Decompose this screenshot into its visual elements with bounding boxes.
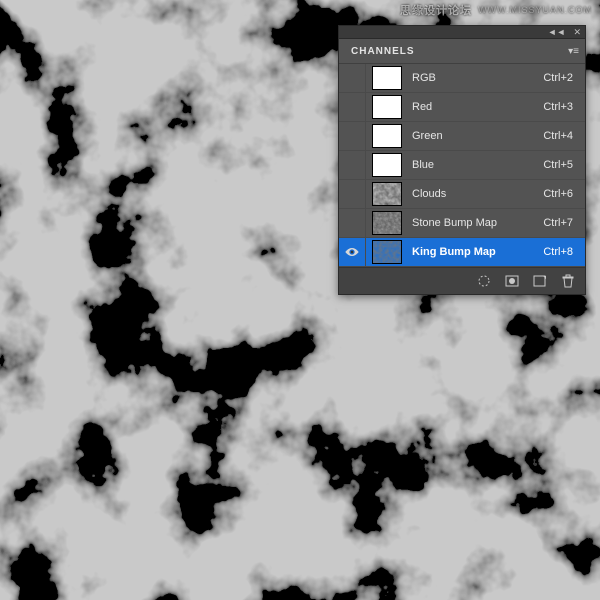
watermark-text-url: WWW.MISSYUAN.COM — [478, 5, 592, 15]
visibility-toggle[interactable] — [339, 238, 366, 266]
load-selection-icon[interactable] — [473, 272, 495, 290]
channels-tab[interactable]: CHANNELS — [339, 39, 427, 63]
channel-name: Red — [406, 101, 543, 113]
new-channel-icon[interactable] — [529, 272, 551, 290]
panel-close-icon[interactable]: ✕ — [573, 27, 581, 38]
visibility-toggle[interactable] — [339, 180, 366, 208]
channel-row[interactable]: King Bump MapCtrl+8 — [339, 238, 585, 267]
channels-list: RGBCtrl+2RedCtrl+3GreenCtrl+4BlueCtrl+5C… — [339, 64, 585, 267]
visibility-toggle[interactable] — [339, 122, 366, 150]
channel-shortcut: Ctrl+8 — [543, 246, 585, 258]
channel-row[interactable]: RGBCtrl+2 — [339, 64, 585, 93]
channel-shortcut: Ctrl+5 — [543, 159, 585, 171]
channel-row[interactable]: Stone Bump MapCtrl+7 — [339, 209, 585, 238]
channel-row[interactable]: RedCtrl+3 — [339, 93, 585, 122]
visibility-toggle[interactable] — [339, 64, 366, 92]
visibility-toggle[interactable] — [339, 151, 366, 179]
save-selection-icon[interactable] — [501, 272, 523, 290]
channel-thumbnail — [372, 66, 402, 90]
channel-name: King Bump Map — [406, 246, 543, 258]
visibility-toggle[interactable] — [339, 93, 366, 121]
watermark-text-cn: 思缘设计论坛 — [400, 2, 472, 18]
channel-thumbnail — [372, 95, 402, 119]
channel-shortcut: Ctrl+7 — [543, 217, 585, 229]
channel-shortcut: Ctrl+2 — [543, 72, 585, 84]
channel-shortcut: Ctrl+3 — [543, 101, 585, 113]
panel-menu-icon[interactable]: ▾≡ — [568, 46, 579, 57]
channel-name: Stone Bump Map — [406, 217, 543, 229]
channel-name: Blue — [406, 159, 543, 171]
channels-tab-label: CHANNELS — [351, 46, 415, 57]
channel-name: Green — [406, 130, 543, 142]
channels-panel: ◄◄ ✕ CHANNELS ▾≡ RGBCtrl+2RedCtrl+3Green… — [338, 25, 586, 295]
channel-row[interactable]: GreenCtrl+4 — [339, 122, 585, 151]
channel-shortcut: Ctrl+6 — [543, 188, 585, 200]
visibility-toggle[interactable] — [339, 209, 366, 237]
panel-collapse-icon[interactable]: ◄◄ — [548, 27, 566, 37]
panel-footer — [339, 267, 585, 294]
watermark: 思缘设计论坛 WWW.MISSYUAN.COM — [400, 2, 592, 18]
channel-thumbnail — [372, 182, 402, 206]
channel-row[interactable]: CloudsCtrl+6 — [339, 180, 585, 209]
panel-titlebar: CHANNELS ▾≡ — [339, 39, 585, 64]
channel-thumbnail — [372, 211, 402, 235]
channel-name: Clouds — [406, 188, 543, 200]
channel-name: RGB — [406, 72, 543, 84]
channel-thumbnail — [372, 153, 402, 177]
channel-thumbnail — [372, 240, 402, 264]
channel-thumbnail — [372, 124, 402, 148]
delete-channel-icon[interactable] — [557, 272, 579, 290]
panel-tabstrip: ◄◄ ✕ — [339, 26, 585, 39]
channel-shortcut: Ctrl+4 — [543, 130, 585, 142]
channel-row[interactable]: BlueCtrl+5 — [339, 151, 585, 180]
